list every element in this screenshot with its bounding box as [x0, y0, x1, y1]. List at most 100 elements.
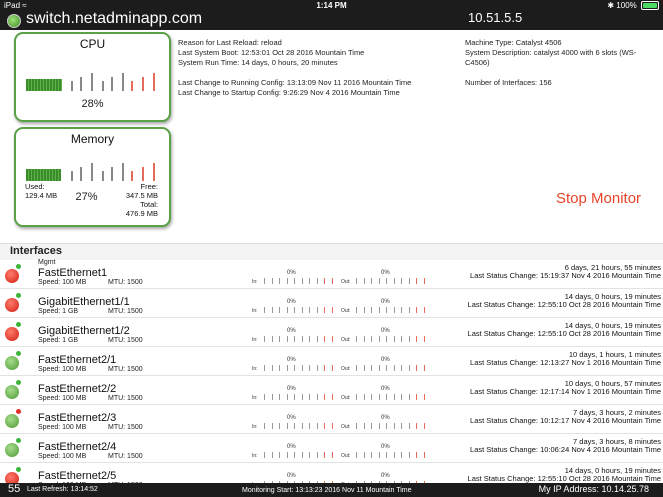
gauge-tick	[401, 452, 402, 458]
gauge-tick	[316, 307, 318, 313]
last-status-change: Last Status Change: 12:55:10 Oct 28 2016…	[467, 474, 661, 483]
gauge-tick	[393, 336, 395, 342]
gauge-tick	[286, 336, 288, 342]
interface-status-icon	[5, 356, 19, 370]
cpu-card[interactable]: CPU 28%	[14, 32, 171, 122]
gauge-tick	[416, 278, 417, 284]
admin-status-icon	[15, 263, 22, 270]
input-percent: 0%	[287, 299, 296, 305]
system-description: System Description: catalyst 4000 with 6…	[465, 48, 637, 57]
gauge-tick	[356, 278, 357, 284]
input-label: In:	[252, 308, 258, 314]
stop-monitor-button[interactable]: Stop Monitor	[556, 190, 641, 207]
gauge-tick	[393, 365, 395, 371]
gauge-tick	[408, 307, 410, 313]
input-percent: 0%	[287, 444, 296, 450]
system-info-left: Reason for Last Reload: reload Last Syst…	[178, 38, 411, 98]
interfaces-list[interactable]: Mgmt FastEthernet1 Speed: 100 MB MTU: 1500 0…	[0, 259, 663, 483]
gauge-tick	[408, 336, 410, 342]
gauge-fill	[26, 169, 61, 181]
memory-title: Memory	[70, 132, 115, 146]
interface-row[interactable]: FastEthernet2/3 Speed: 100 MB MTU: 1500 0% 0…	[0, 404, 663, 434]
gauge-tick	[309, 394, 310, 400]
gauge-tick	[271, 423, 273, 429]
interface-row[interactable]: FastEthernet2/2 Speed: 100 MB MTU: 1500 0% 0…	[0, 375, 663, 405]
gauge-tick	[324, 452, 325, 458]
interface-row[interactable]: FastEthernet2/5Speed: 100 MBMTU: 15000%0…	[0, 462, 663, 483]
memory-card[interactable]: Memory Used: 129.4 MB 27% Free: 347.5 MB…	[14, 127, 171, 227]
gauge-tick	[309, 423, 310, 429]
gauge-tick	[423, 452, 425, 458]
admin-status-icon	[15, 437, 22, 444]
gauge-tick	[264, 452, 265, 458]
gauge-tick	[331, 365, 333, 371]
gauge-tick	[286, 423, 288, 429]
interface-row[interactable]: FastEthernet2/1 Speed: 100 MB MTU: 1500 0% 0…	[0, 346, 663, 376]
gauge-tick	[309, 336, 310, 342]
interface-speed: Speed: 1 GB	[38, 308, 79, 315]
app-header: switch.netadminapp.com 10.51.5.5	[0, 10, 663, 30]
interface-mtu: MTU: 1500	[108, 395, 143, 402]
output-percent: 0%	[381, 270, 390, 276]
output-usage-gauge	[350, 423, 430, 429]
interface-name: FastEthernet2/2	[38, 383, 117, 395]
gauge-tick	[111, 77, 114, 91]
output-percent: 0%	[381, 473, 390, 479]
machine-type: Machine Type: Catalyst 4506	[465, 38, 562, 47]
gauge-tick	[363, 423, 365, 429]
last-status-change: Last Status Change: 10:12:17 Nov 4 2016 …	[470, 416, 661, 425]
gauge-tick	[324, 307, 325, 313]
last-status-change: Last Status Change: 12:55:10 Oct 28 2016…	[467, 300, 661, 309]
monitoring-start: Monitoring Start: 13:13:23 2016 Nov 11 M…	[242, 487, 412, 494]
gauge-tick	[90, 73, 93, 91]
gauge-tick	[331, 278, 333, 284]
battery-percent: 100%	[616, 1, 637, 10]
gauge-tick	[264, 423, 265, 429]
gauge-tick	[279, 307, 280, 313]
output-percent: 0%	[381, 328, 390, 334]
gauge-tick	[294, 307, 295, 313]
gauge-tick	[111, 167, 114, 181]
connection-status-icon	[7, 14, 21, 28]
gauge-tick	[286, 278, 288, 284]
interface-name: FastEthernet2/1	[38, 354, 117, 366]
gauge-tick	[294, 394, 295, 400]
gauge-tick	[331, 336, 333, 342]
input-usage-gauge	[258, 336, 338, 342]
gauge-tick	[309, 307, 310, 313]
gauge-tick	[408, 423, 410, 429]
gauge-tick	[371, 336, 372, 342]
gauge-tick	[264, 307, 265, 313]
reload-reason: Reason for Last Reload: reload	[178, 38, 282, 47]
interface-speed: Speed: 100 MB	[38, 395, 87, 402]
gauge-tick	[294, 423, 295, 429]
gauge-tick	[386, 423, 387, 429]
interface-status-icon	[5, 269, 19, 283]
interface-status-icon	[5, 298, 19, 312]
interface-mtu: MTU: 1500	[108, 337, 143, 344]
gauge-tick	[324, 336, 325, 342]
gauge-tick	[378, 336, 380, 342]
gauge-tick	[324, 365, 325, 371]
input-usage-gauge	[258, 423, 338, 429]
gauge-tick	[423, 423, 425, 429]
interface-row[interactable]: Mgmt FastEthernet1 Speed: 100 MB MTU: 1500 0…	[0, 259, 663, 289]
input-percent: 0%	[287, 357, 296, 363]
input-percent: 0%	[287, 415, 296, 421]
interface-row[interactable]: FastEthernet2/4 Speed: 100 MB MTU: 1500 0% 0…	[0, 433, 663, 463]
gauge-tick	[142, 167, 145, 181]
interface-row[interactable]: GigabitEthernet1/1 Speed: 1 GB MTU: 1500 0%…	[0, 288, 663, 318]
gauge-tick	[279, 394, 280, 400]
output-usage-gauge	[350, 278, 430, 284]
gauge-tick	[386, 365, 387, 371]
battery-icon	[641, 1, 659, 11]
gauge-tick	[331, 307, 333, 313]
gauge-tick	[356, 423, 357, 429]
gauge-tick	[301, 336, 303, 342]
gauge-tick	[356, 307, 357, 313]
input-label: In:	[252, 337, 258, 343]
interface-row[interactable]: GigabitEthernet1/2 Speed: 1 GB MTU: 1500 0%…	[0, 317, 663, 347]
admin-status-icon	[15, 321, 22, 328]
input-usage-gauge	[258, 365, 338, 371]
gauge-tick	[401, 394, 402, 400]
